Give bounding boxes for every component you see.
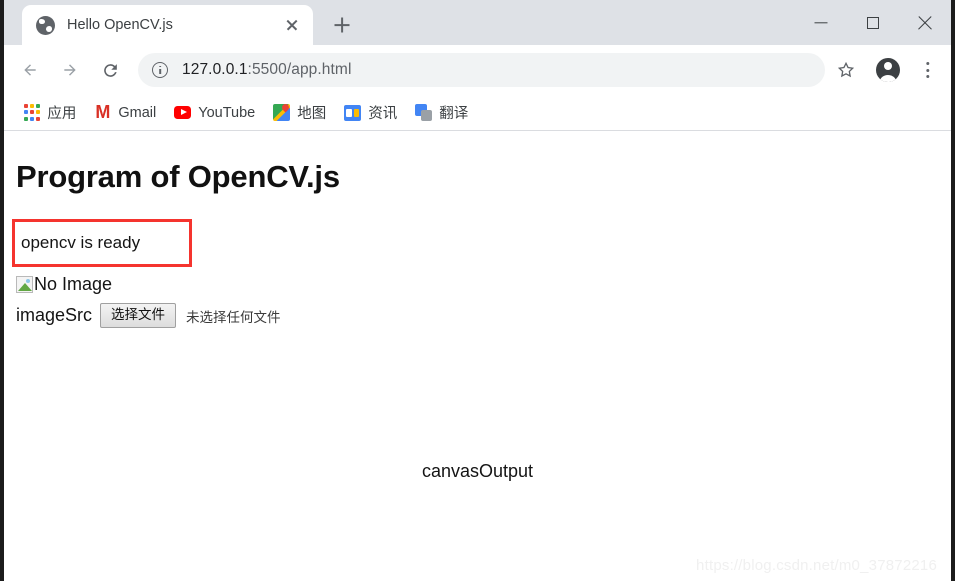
canvas-output-label: canvasOutput: [421, 461, 534, 481]
forward-button[interactable]: [50, 50, 90, 90]
file-selection-status: 未选择任何文件: [186, 309, 281, 325]
url-host: 127.0.0.1: [182, 61, 248, 78]
maps-icon: [273, 104, 291, 121]
file-input-label: imageSrc: [16, 305, 93, 326]
profile-avatar[interactable]: [869, 51, 907, 89]
kebab-dot: [926, 62, 930, 66]
back-arrow-icon: [22, 62, 39, 79]
image-placeholder: No Image: [16, 274, 112, 295]
new-tab-button[interactable]: [327, 10, 357, 40]
apps-grid-icon: [24, 104, 41, 121]
bookmark-item-news[interactable]: 资讯: [336, 99, 405, 127]
bookmark-label: 应用: [47, 106, 77, 122]
youtube-icon: [174, 104, 192, 121]
tab-strip: Hello OpenCV.js: [4, 0, 951, 45]
browser-tab[interactable]: Hello OpenCV.js: [22, 5, 313, 45]
kebab-dot: [926, 68, 930, 72]
address-bar[interactable]: 127.0.0.1:5500/app.html: [138, 53, 825, 87]
file-input-row: imageSrc 选择文件 未选择任何文件: [16, 303, 281, 329]
url-path: :5500/app.html: [247, 61, 352, 78]
bookmark-label: 翻译: [439, 106, 469, 122]
bookmark-button[interactable]: [829, 53, 863, 87]
status-box: opencv is ready: [12, 219, 192, 267]
page-content: Program of OpenCV.js opencv is ready No …: [4, 131, 951, 580]
maximize-button[interactable]: [847, 0, 899, 45]
close-icon[interactable]: [279, 12, 305, 38]
browser-window: Hello OpenCV.js 127.0.0.1:5500/app.html …: [0, 0, 955, 581]
globe-icon: [36, 15, 55, 35]
close-window-button[interactable]: [899, 0, 951, 45]
page-title: Program of OpenCV.js: [16, 159, 340, 194]
tab-title: Hello OpenCV.js: [67, 17, 173, 33]
bookmarks-bar: 应用 M Gmail YouTube 地图 资讯 翻译: [4, 95, 951, 131]
info-circle-icon[interactable]: [152, 62, 168, 78]
kebab-dot: [926, 75, 930, 79]
bookmark-label: YouTube: [198, 104, 256, 121]
bookmark-label: Gmail: [118, 104, 157, 121]
broken-image-icon: [16, 276, 33, 293]
bookmark-item-maps[interactable]: 地图: [265, 99, 334, 127]
avatar-icon: [876, 58, 900, 82]
browser-menu-button[interactable]: [911, 51, 945, 89]
reload-button[interactable]: [90, 50, 130, 90]
browser-toolbar: 127.0.0.1:5500/app.html: [4, 45, 951, 95]
window-controls: [795, 0, 951, 45]
bookmark-item-gmail[interactable]: M Gmail: [86, 99, 164, 127]
bookmark-label: 资讯: [368, 106, 398, 122]
translate-icon: [415, 104, 433, 121]
gmail-icon: M: [95, 102, 111, 122]
bookmark-label: 地图: [297, 106, 327, 122]
news-icon: [344, 104, 362, 121]
bookmark-item-apps[interactable]: 应用: [16, 99, 84, 127]
watermark: https://blog.csdn.net/m0_37872216: [696, 557, 937, 574]
bookmark-item-youtube[interactable]: YouTube: [166, 99, 263, 127]
forward-arrow-icon: [62, 62, 79, 79]
reload-icon: [101, 61, 119, 79]
image-alt-text: No Image: [34, 274, 113, 294]
bookmark-item-translate[interactable]: 翻译: [407, 99, 476, 127]
status-text: opencv is ready: [21, 233, 141, 252]
minimize-button[interactable]: [795, 0, 847, 45]
url-text: 127.0.0.1:5500/app.html: [182, 61, 352, 79]
back-button[interactable]: [10, 50, 50, 90]
choose-file-button[interactable]: 选择文件: [100, 303, 177, 329]
